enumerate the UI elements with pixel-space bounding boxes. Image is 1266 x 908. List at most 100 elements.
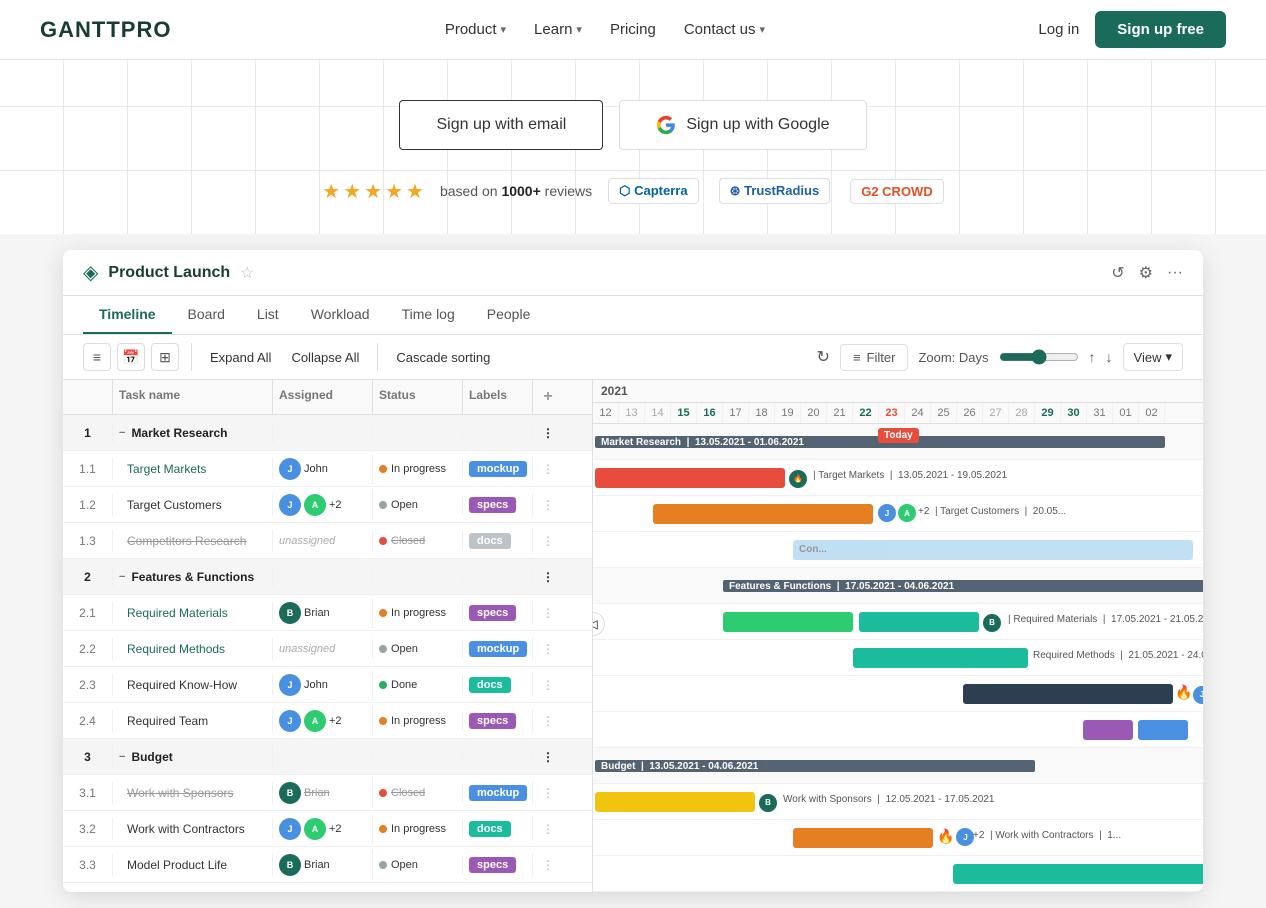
view-mode-icon[interactable]: ≡ — [83, 343, 111, 371]
signup-button[interactable]: Sign up free — [1095, 11, 1226, 48]
row-more-button[interactable]: ⋮ — [533, 422, 563, 444]
row-id: 2.1 — [63, 602, 113, 624]
more-options-icon[interactable]: ··· — [1167, 264, 1183, 282]
filter-button[interactable]: ≡ Filter — [840, 344, 908, 371]
cascade-sorting-button[interactable]: Cascade sorting — [390, 346, 496, 369]
history-icon[interactable]: ↺ — [1111, 263, 1124, 283]
expand-all-button[interactable]: Expand All — [204, 346, 277, 369]
avatar: B — [279, 854, 301, 876]
status-dot — [379, 681, 387, 689]
gantt-bar[interactable]: Budget | 13.05.2021 - 04.06.2021 — [595, 760, 1035, 772]
labels-cell: mockup — [463, 781, 533, 805]
gantt-bar[interactable] — [595, 792, 755, 812]
task-name-cell: − Features & Functions — [113, 566, 273, 588]
assigned-cell: J John — [273, 670, 373, 700]
row-more-button[interactable]: ⋮ — [533, 458, 563, 480]
view-button[interactable]: View ▾ — [1123, 343, 1183, 371]
row-id: 2.2 — [63, 638, 113, 660]
settings-sliders-icon[interactable]: ⚙ — [1139, 263, 1153, 283]
login-button[interactable]: Log in — [1038, 21, 1079, 38]
gantt-bar[interactable] — [595, 468, 785, 488]
row-more-button[interactable]: ⋮ — [533, 674, 563, 696]
zoom-slider[interactable] — [999, 349, 1079, 365]
collapse-icon[interactable]: − — [119, 427, 125, 439]
nav-contact[interactable]: Contact us ▾ — [684, 21, 765, 38]
signup-email-button[interactable]: Sign up with email — [399, 100, 603, 150]
download-icon[interactable]: ↓ — [1106, 349, 1113, 365]
gantt-bar[interactable] — [1138, 720, 1188, 740]
gantt-bar[interactable] — [653, 504, 873, 524]
status-cell: Open — [373, 495, 463, 515]
app-header: ◈ Product Launch ☆ ↺ ⚙ ··· — [63, 250, 1203, 296]
tab-workload[interactable]: Workload — [295, 296, 386, 334]
row-more-button[interactable]: ⋮ — [533, 746, 563, 768]
nav-pricing[interactable]: Pricing — [610, 21, 656, 38]
collapse-icon[interactable]: − — [119, 751, 125, 763]
status-dot — [379, 861, 387, 869]
favorite-star-icon[interactable]: ☆ — [240, 263, 254, 283]
row-id: 1 — [63, 422, 113, 444]
assigned-cell: B Brian — [273, 598, 373, 628]
layout-icon[interactable]: ⊞ — [151, 343, 179, 371]
tab-timeline[interactable]: Timeline — [83, 296, 172, 334]
signup-google-button[interactable]: Sign up with Google — [619, 100, 866, 150]
collapse-icon[interactable]: − — [119, 571, 125, 583]
task-name-cell: Required Materials — [113, 602, 273, 624]
gantt-logo-icon: ◈ — [83, 260, 98, 285]
gantt-bar[interactable]: Con... — [793, 540, 1193, 560]
avatars: 🔥 J — [937, 828, 974, 846]
chart-header: 2021 12 13 14 15 16 17 18 19 20 21 22 23… — [593, 380, 1203, 424]
avatar: A — [304, 818, 326, 840]
gantt-bar[interactable] — [723, 612, 853, 632]
table-row: 1.1 Target Markets J John In progress mo… — [63, 451, 592, 487]
gantt-bar[interactable] — [793, 828, 933, 848]
app-tabs: Timeline Board List Workload Time log Pe… — [63, 296, 1203, 335]
row-more-button[interactable]: ⋮ — [533, 566, 563, 588]
nav-product[interactable]: Product ▾ — [445, 21, 506, 38]
row-more-button[interactable]: ⋮ — [533, 530, 563, 552]
tab-board[interactable]: Board — [172, 296, 241, 334]
calendar-icon[interactable]: 📅 — [117, 343, 145, 371]
upload-icon[interactable]: ↑ — [1089, 349, 1096, 365]
task-name-cell: Work with Sponsors — [113, 782, 273, 804]
col-header-task: Task name — [113, 380, 273, 414]
chart-row: J A +2 | Target Customers | 20.05... — [593, 496, 1203, 532]
tab-people[interactable]: People — [471, 296, 547, 334]
row-more-button[interactable]: ⋮ — [533, 494, 563, 516]
day-cell: 17 — [723, 403, 749, 423]
refresh-icon[interactable]: ↻ — [817, 347, 830, 367]
table-row: 2.4 Required Team J A +2 In progress spe… — [63, 703, 592, 739]
day-cell: 31 — [1087, 403, 1113, 423]
gantt-bar[interactable]: Features & Functions | 17.05.2021 - 04.0… — [723, 580, 1203, 592]
gantt-bar[interactable] — [853, 648, 1028, 668]
chart-row: 🔥 J — [593, 676, 1203, 712]
row-more-button[interactable]: ⋮ — [533, 710, 563, 732]
assigned-cell: J A +2 — [273, 814, 373, 844]
assigned-cell: unassigned — [273, 639, 373, 659]
day-cell: 12 — [593, 403, 619, 423]
gantt-bar[interactable] — [963, 684, 1173, 704]
stars: ★ ★ ★ ★ ★ — [322, 179, 424, 204]
nav-learn[interactable]: Learn ▾ — [534, 21, 582, 38]
day-cell: 29 — [1035, 403, 1061, 423]
tab-timelog[interactable]: Time log — [386, 296, 471, 334]
gantt-bar[interactable] — [859, 612, 979, 632]
labels-cell: mockup — [463, 457, 533, 481]
status-cell: Open — [373, 855, 463, 875]
row-more-button[interactable]: ⋮ — [533, 782, 563, 804]
gantt-bar[interactable] — [953, 864, 1203, 884]
gantt-bar[interactable] — [1083, 720, 1133, 740]
collapse-all-button[interactable]: Collapse All — [285, 346, 365, 369]
tab-list[interactable]: List — [241, 296, 295, 334]
row-more-button[interactable]: ⋮ — [533, 818, 563, 840]
row-more-button[interactable]: ⋮ — [533, 602, 563, 624]
labels-cell: mockup — [463, 637, 533, 661]
chart-row — [593, 856, 1203, 892]
table-row: 3 − Budget ⋮ — [63, 739, 592, 775]
star-1: ★ — [322, 179, 340, 204]
avatars: J A — [878, 504, 916, 522]
star-3: ★ — [364, 179, 382, 204]
row-more-button[interactable]: ⋮ — [533, 638, 563, 660]
add-column-button[interactable]: + — [533, 380, 563, 414]
row-more-button[interactable]: ⋮ — [533, 854, 563, 876]
